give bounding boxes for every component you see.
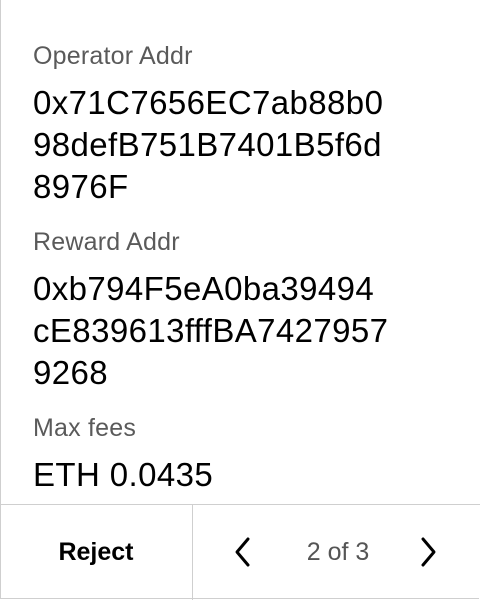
reward-addr-line-1: 0xb794F5eA0ba39494 — [33, 270, 375, 307]
transaction-details: Operator Addr 0x71C7656EC7ab88b0 98defB7… — [33, 40, 463, 496]
reward-addr-line-3: 9268 — [33, 354, 109, 391]
chevron-right-glyph — [421, 537, 436, 567]
max-fees-value: ETH 0.0435 — [33, 454, 463, 496]
max-fees-field: Max fees ETH 0.0435 — [33, 412, 463, 496]
pager: 2 of 3 — [193, 505, 480, 600]
max-fees-label: Max fees — [33, 414, 137, 442]
operator-addr-line-3: 8976F — [33, 168, 129, 205]
reward-addr-field: Reward Addr 0xb794F5eA0ba39494 cE839613f… — [33, 226, 463, 394]
operator-addr-field: Operator Addr 0x71C7656EC7ab88b0 98defB7… — [33, 40, 463, 208]
reject-button[interactable]: Reject — [0, 505, 193, 600]
chevron-left-icon[interactable] — [229, 535, 259, 569]
chevron-left-glyph — [235, 537, 250, 567]
chevron-right-icon[interactable] — [413, 535, 443, 569]
operator-addr-label: Operator Addr — [33, 42, 193, 70]
page-indicator: 2 of 3 — [306, 538, 370, 566]
operator-addr-line-1: 0x71C7656EC7ab88b0 — [33, 84, 384, 121]
max-fees-amount: ETH 0.0435 — [33, 456, 214, 493]
reward-addr-value: 0xb794F5eA0ba39494 cE839613fffBA7427957 … — [33, 268, 463, 394]
reward-addr-label: Reward Addr — [33, 228, 180, 256]
operator-addr-line-2: 98defB751B7401B5f6d — [33, 126, 382, 163]
reward-addr-line-2: cE839613fffBA7427957 — [33, 312, 389, 349]
operator-addr-value: 0x71C7656EC7ab88b0 98defB751B7401B5f6d 8… — [33, 82, 463, 208]
action-footer: Reject 2 of 3 — [0, 504, 480, 601]
